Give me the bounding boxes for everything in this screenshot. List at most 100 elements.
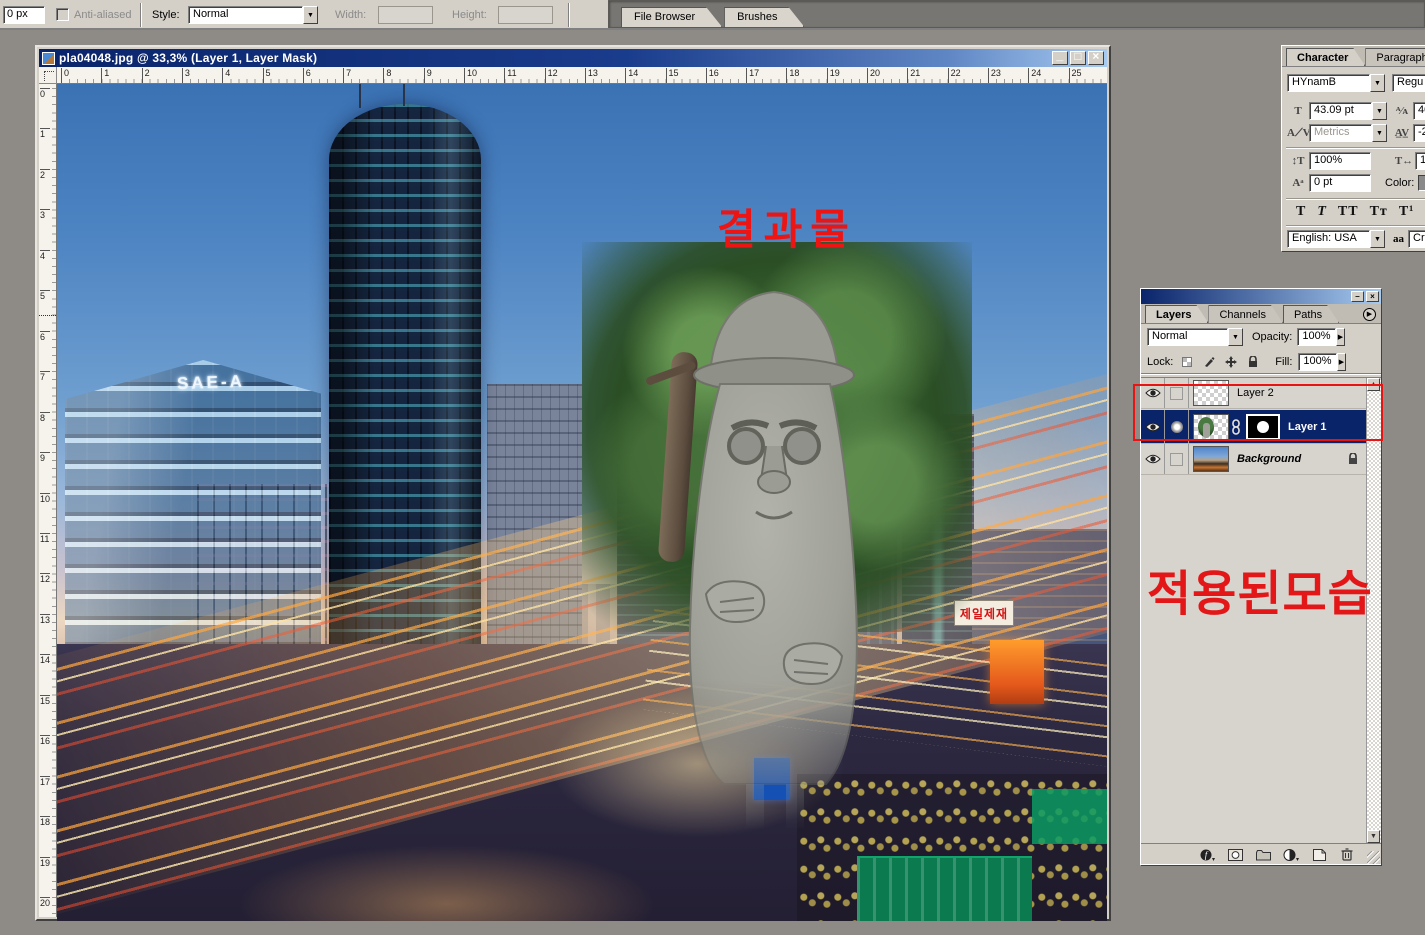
visibility-toggle[interactable] <box>1141 378 1165 408</box>
anti-alias-dropdown[interactable]: Cr <box>1408 230 1425 248</box>
chevron-down-icon[interactable]: ▼ <box>1370 74 1385 92</box>
chevron-down-icon[interactable]: ▼ <box>1228 328 1243 346</box>
fill-input[interactable]: 100% ▶ <box>1298 353 1346 371</box>
resize-grip[interactable] <box>1367 851 1380 864</box>
v-ruler-label: 5 <box>40 290 50 300</box>
font-family-value: HYnamB <box>1287 74 1370 92</box>
tab-paths[interactable]: Paths <box>1283 305 1339 323</box>
layer-style-icon[interactable]: f <box>1199 848 1215 862</box>
mask-editing-indicator[interactable] <box>1165 410 1189 443</box>
opacity-input[interactable]: 100% ▶ <box>1297 328 1345 346</box>
palette-minimize-button[interactable]: – <box>1351 291 1364 302</box>
layer-mask-thumbnail[interactable] <box>1246 414 1280 440</box>
faux-bold-button[interactable]: T <box>1296 204 1306 220</box>
h-ruler-label: 15 <box>666 68 679 83</box>
h-ruler-label: 1 <box>101 68 109 83</box>
layers-palette-title-bar[interactable]: – × <box>1141 289 1381 304</box>
layers-list: ▲ ▼ Layer 2 Layer 1 <box>1141 377 1381 843</box>
layer1-thumbnail[interactable] <box>1193 414 1229 440</box>
font-size-dropdown[interactable]: 43.09 pt ▼ <box>1309 102 1387 120</box>
new-layer-icon[interactable] <box>1311 848 1327 862</box>
tab-layers[interactable]: Layers <box>1145 305 1208 323</box>
font-style-dropdown[interactable]: Regu <box>1392 74 1425 92</box>
color-label: Color: <box>1385 177 1414 189</box>
kerning-dropdown[interactable]: Metrics ▼ <box>1309 124 1387 142</box>
link-mask-icon[interactable] <box>1231 419 1243 435</box>
scroll-up-icon[interactable]: ▲ <box>1367 378 1380 391</box>
visibility-toggle[interactable] <box>1141 444 1165 474</box>
horizontal-ruler[interactable]: 0123456789101112131415161718192021222324… <box>57 67 1107 84</box>
baseline-shift-icon: Aᵃ <box>1287 177 1309 189</box>
horizontal-scale-input[interactable]: 100 <box>1415 152 1425 170</box>
width-input[interactable] <box>378 6 433 24</box>
lock-transparency-icon[interactable] <box>1179 354 1195 369</box>
image-canvas[interactable]: SAE-A 제일제재 <box>57 84 1107 921</box>
height-input[interactable] <box>498 6 553 24</box>
faux-italic-button[interactable]: T <box>1317 204 1327 220</box>
kerning-value: Metrics <box>1309 124 1372 142</box>
delete-layer-trash-icon[interactable] <box>1339 848 1355 862</box>
chevron-down-icon[interactable]: ▼ <box>1372 124 1387 142</box>
chevron-down-icon[interactable]: ▼ <box>303 6 318 24</box>
leading-dropdown[interactable]: 40. <box>1413 102 1425 120</box>
font-family-dropdown[interactable]: HYnamB ▼ <box>1287 74 1385 92</box>
h-ruler-label: 20 <box>867 68 880 83</box>
layer-row-background[interactable]: Background <box>1141 444 1366 475</box>
tab-file-browser[interactable]: File Browser <box>621 7 722 27</box>
superscript-button[interactable]: T¹ <box>1399 204 1415 220</box>
small-caps-button[interactable]: Tᴛ <box>1370 204 1388 220</box>
ruler-origin-box[interactable] <box>39 67 57 84</box>
tab-brushes[interactable]: Brushes <box>724 7 804 27</box>
tab-channels[interactable]: Channels <box>1208 305 1282 323</box>
language-dropdown[interactable]: English: USA ▼ <box>1287 230 1385 248</box>
h-ruler-label: 3 <box>182 68 190 83</box>
character-palette: Character Paragraph HYnamB ▼ Regu T 43.0… <box>1281 45 1425 252</box>
lock-paint-icon[interactable] <box>1201 354 1217 369</box>
style-dropdown[interactable]: Normal ▼ <box>188 6 318 24</box>
text-color-swatch[interactable] <box>1418 175 1425 191</box>
layer-name[interactable]: Background <box>1237 453 1301 465</box>
anti-aliased-checkbox[interactable] <box>56 8 69 21</box>
add-mask-icon[interactable] <box>1227 848 1243 862</box>
blend-mode-dropdown[interactable]: Normal ▼ <box>1147 328 1243 346</box>
tolerance-input[interactable]: 0 px <box>3 6 45 24</box>
maximize-button[interactable]: □ <box>1070 51 1086 65</box>
vertical-scale-icon: ↕T <box>1287 155 1309 167</box>
link-indicator-cell[interactable] <box>1165 378 1189 408</box>
scroll-down-icon[interactable]: ▼ <box>1367 830 1380 843</box>
lock-position-icon[interactable] <box>1223 354 1239 369</box>
anti-alias-icon: aa <box>1393 233 1404 245</box>
new-group-icon[interactable] <box>1255 848 1271 862</box>
visibility-toggle[interactable] <box>1141 410 1165 443</box>
layer2-thumbnail[interactable] <box>1193 380 1229 406</box>
link-indicator-cell[interactable] <box>1165 444 1189 474</box>
layer-row-layer1-selected[interactable]: Layer 1 <box>1141 410 1366 444</box>
close-button[interactable]: × <box>1088 51 1104 65</box>
minimize-button[interactable]: _ <box>1052 51 1068 65</box>
baseline-shift-input[interactable]: 0 pt <box>1309 174 1371 192</box>
vertical-scale-input[interactable]: 100% <box>1309 152 1371 170</box>
fill-label: Fill: <box>1275 356 1292 368</box>
lock-all-icon[interactable] <box>1245 354 1261 369</box>
layer-name[interactable]: Layer 1 <box>1288 421 1327 433</box>
document-title-bar[interactable]: pla04048.jpg @ 33,3% (Layer 1, Layer Mas… <box>39 49 1107 67</box>
separator <box>1286 147 1425 149</box>
tab-character[interactable]: Character <box>1286 48 1365 66</box>
vertical-ruler[interactable]: 01234567891011121314151617181920 <box>39 84 57 917</box>
fill-slider-arrow[interactable]: ▶ <box>1337 353 1347 371</box>
chevron-down-icon[interactable]: ▼ <box>1372 102 1387 120</box>
layer-row-layer2[interactable]: Layer 2 <box>1141 378 1366 409</box>
palette-close-button[interactable]: × <box>1366 291 1379 302</box>
blend-mode-value: Normal <box>1147 328 1228 346</box>
tracking-dropdown[interactable]: -25 <box>1413 124 1425 142</box>
opacity-slider-arrow[interactable]: ▶ <box>1336 328 1346 346</box>
background-thumbnail[interactable] <box>1193 446 1229 472</box>
layer-name[interactable]: Layer 2 <box>1237 387 1274 399</box>
orange-sign <box>990 640 1044 704</box>
tab-paragraph[interactable]: Paragraph <box>1365 48 1425 66</box>
chevron-down-icon[interactable]: ▼ <box>1370 230 1385 248</box>
all-caps-button[interactable]: TT <box>1338 204 1359 220</box>
adjustment-layer-icon[interactable] <box>1283 848 1299 862</box>
palette-menu-button[interactable]: ▶ <box>1363 308 1376 321</box>
h-ruler-label: 23 <box>988 68 1001 83</box>
